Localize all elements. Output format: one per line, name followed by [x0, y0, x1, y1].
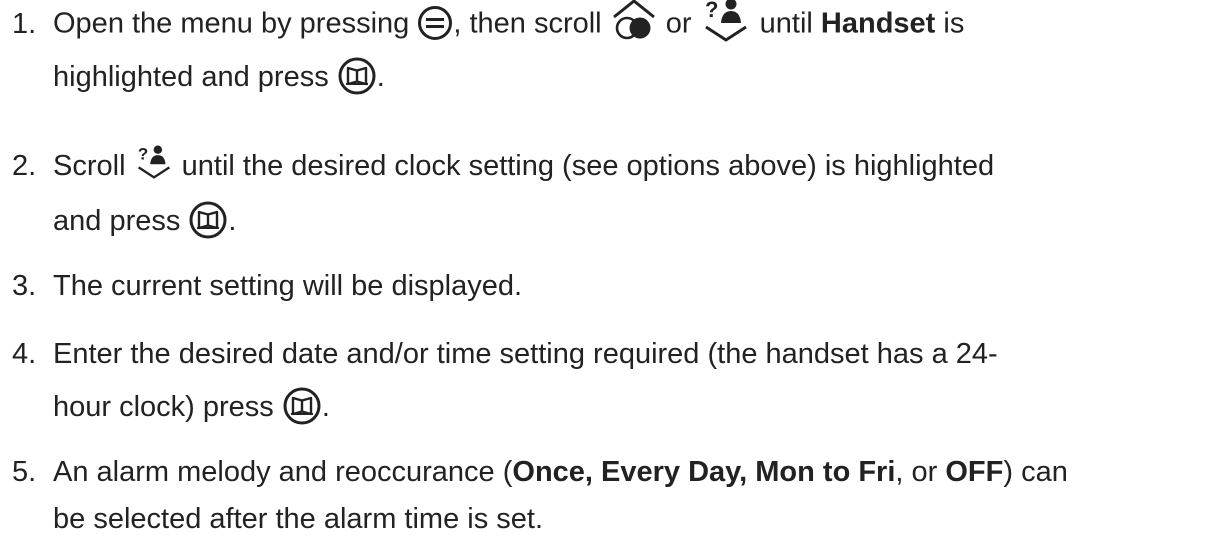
- step-text: , or: [895, 456, 946, 488]
- step-2-line-1: 2. Scroll ? until the desired clock setti…: [0, 145, 995, 186]
- svg-text:?: ?: [705, 0, 718, 22]
- step-5-line-1: 5. An alarm melody and reoccurance (Once,…: [0, 452, 1068, 492]
- step-4-line-2: hour clock) press .: [0, 387, 330, 427]
- step-text: be selected after the alarm time is set.: [53, 503, 543, 535]
- step-text: Enter the desired date and/or time setti…: [53, 338, 998, 370]
- step-text: ) can: [1003, 456, 1068, 488]
- step-bold-text: OFF: [945, 456, 1004, 488]
- step-number: 2.: [12, 150, 37, 182]
- step-4-line-1: 4. Enter the desired date and/or time set…: [0, 334, 998, 374]
- step-bold-text: Once, Every Day, Mon to Fri: [512, 456, 896, 488]
- menu-button-icon: [417, 5, 453, 41]
- step-number: 4.: [12, 338, 37, 370]
- step-1-line-1: 1. Open the menu by pressing , then scrol…: [0, 0, 965, 43]
- step-text: is: [935, 7, 965, 40]
- ok-book-button-icon: [337, 56, 377, 96]
- step-text: , then scroll: [453, 7, 610, 40]
- step-text: .: [321, 391, 330, 423]
- step-3-line-1: 3. The current setting will be displayed.: [0, 266, 522, 306]
- step-number: 1.: [12, 7, 37, 40]
- ok-book-button-icon: [188, 200, 228, 240]
- step-text: An alarm melody and reoccurance (: [53, 456, 513, 488]
- svg-text:?: ?: [137, 145, 147, 164]
- step-number: 5.: [12, 456, 37, 488]
- step-text: until: [751, 7, 821, 40]
- step-1-line-2: highlighted and press .: [0, 57, 385, 97]
- step-number: 3.: [12, 270, 37, 302]
- step-text: .: [376, 61, 385, 93]
- step-text: .: [228, 205, 237, 237]
- scroll-down-calllog-icon: ?: [700, 0, 752, 43]
- step-text: or: [657, 7, 700, 40]
- step-text: Open the menu by pressing: [53, 7, 418, 40]
- step-bold-text: Handset: [820, 7, 936, 40]
- step-text: until the desired clock setting (see opt…: [173, 150, 995, 182]
- step-5-line-2: be selected after the alarm time is set.: [0, 499, 543, 539]
- scroll-up-phonebook-icon: [610, 0, 658, 43]
- step-text: Scroll: [53, 150, 134, 182]
- step-text: hour clock) press: [53, 391, 282, 423]
- ok-book-button-icon: [282, 386, 322, 426]
- step-text: and press: [53, 205, 189, 237]
- scroll-down-calllog-icon: ?: [134, 142, 174, 182]
- step-text: highlighted and press: [53, 61, 337, 93]
- step-text: The current setting will be displayed.: [53, 270, 523, 302]
- step-2-line-2: and press .: [0, 201, 236, 241]
